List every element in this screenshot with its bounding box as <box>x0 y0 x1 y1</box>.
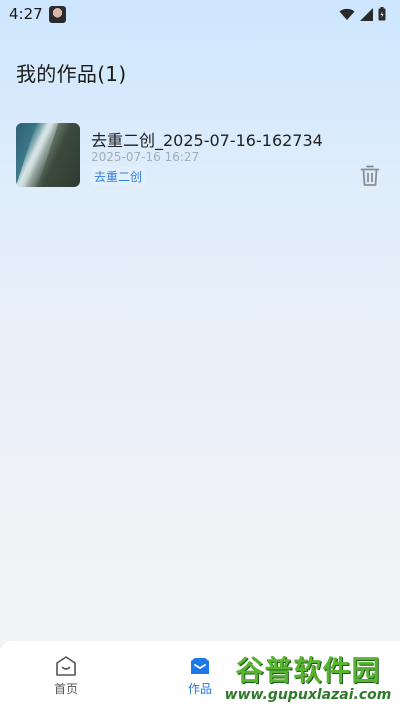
work-tag-badge: 去重二创 <box>91 167 146 186</box>
home-icon <box>56 656 76 676</box>
watermark-url: www.gupuxlazai.com <box>224 687 392 703</box>
trash-icon <box>360 165 380 186</box>
battery-icon <box>378 7 386 21</box>
wifi-icon <box>339 8 355 20</box>
watermark-logo: 谷普软件园 www.gupuxlazai.com <box>216 641 400 711</box>
status-time: 4:27 <box>9 5 43 23</box>
notification-avatar-icon <box>48 5 66 23</box>
nav-label-works: 作品 <box>187 682 212 696</box>
delete-button[interactable] <box>357 163 383 189</box>
nav-label-home: 首页 <box>53 682 78 696</box>
status-right <box>339 7 386 21</box>
status-bar: 4:27 <box>0 0 400 28</box>
page-title: 我的作品(1) <box>16 62 127 86</box>
signal-icon <box>360 7 373 21</box>
work-list-item[interactable]: 去重二创_2025-07-16-162734 2025-07-16 16:27 … <box>16 123 386 189</box>
watermark-text: 谷普软件园 <box>235 654 381 687</box>
status-left: 4:27 <box>9 5 66 23</box>
work-date: 2025-07-16 16:27 <box>91 150 200 164</box>
nav-item-home[interactable]: 首页 <box>36 655 96 697</box>
work-thumbnail[interactable] <box>16 123 80 187</box>
works-icon <box>191 658 209 674</box>
work-title: 去重二创_2025-07-16-162734 <box>91 131 323 150</box>
